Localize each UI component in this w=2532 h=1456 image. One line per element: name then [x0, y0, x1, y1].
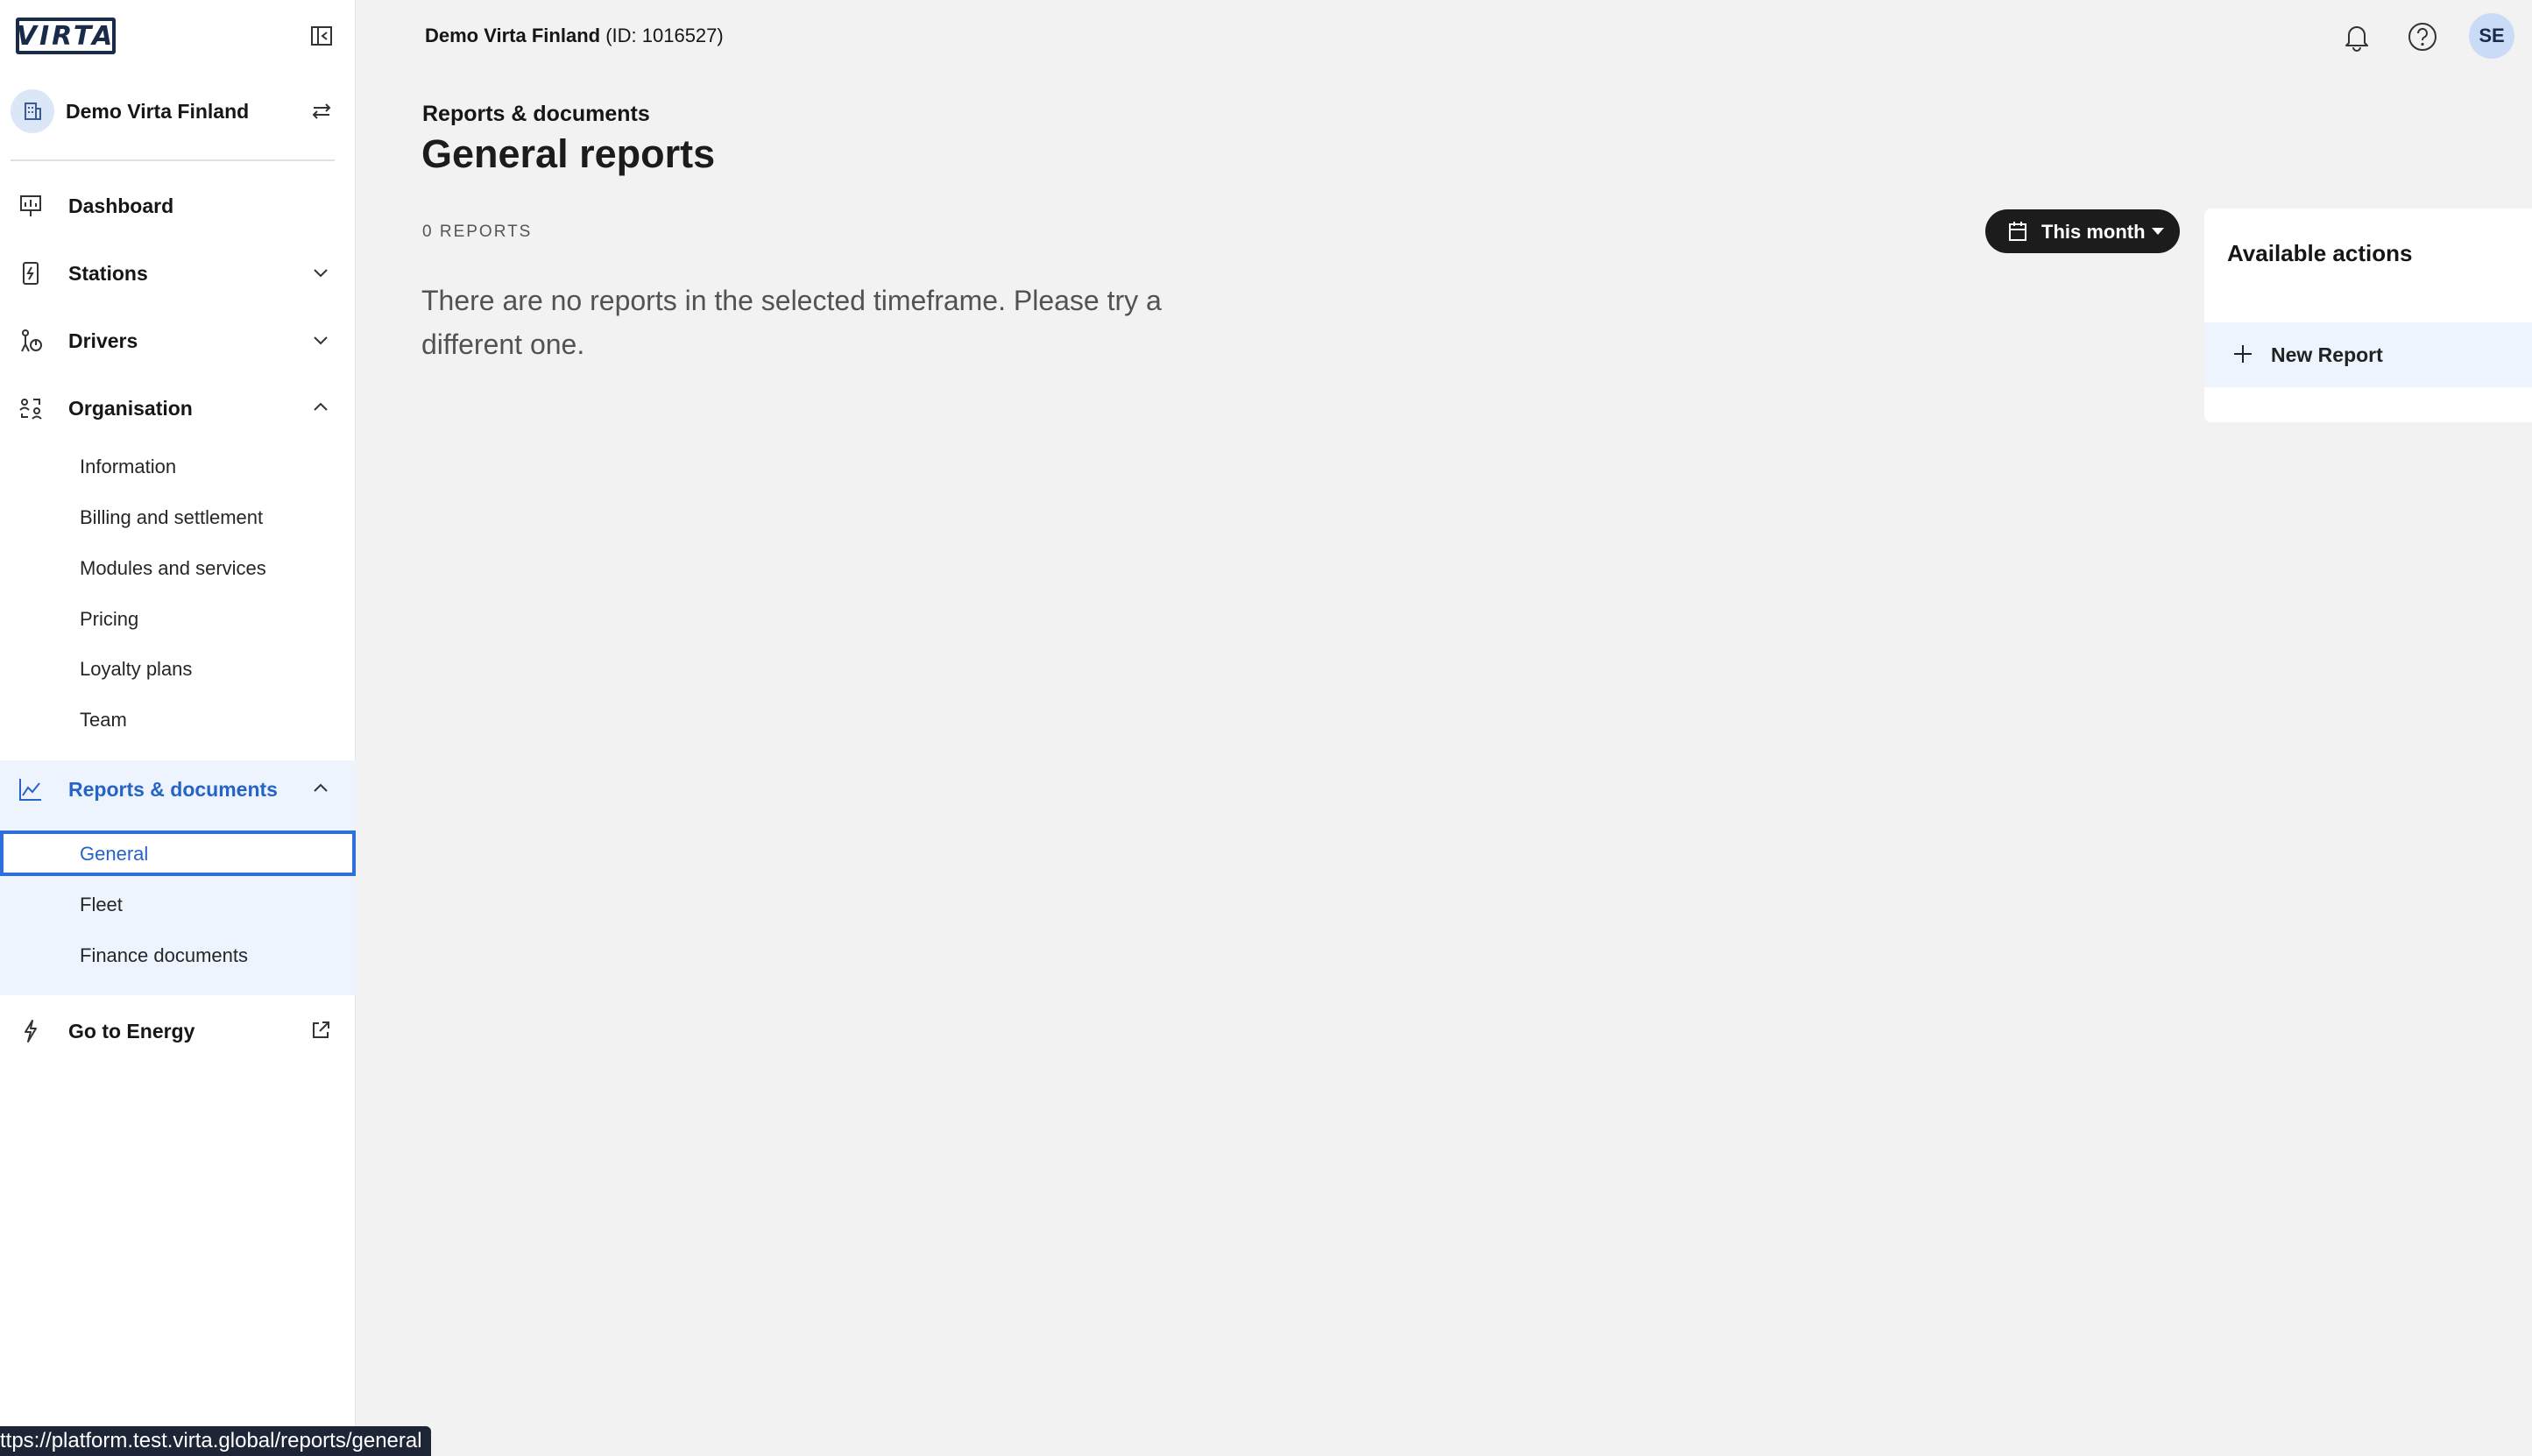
- breadcrumb: Reports & documents: [422, 102, 650, 126]
- sidebar-item-label: Drivers: [68, 329, 138, 352]
- sidebar-subitem-label: Information: [80, 456, 177, 477]
- collapse-sidebar-icon[interactable]: [310, 25, 333, 47]
- sidebar-item-organisation[interactable]: Organisation: [0, 379, 356, 435]
- timeframe-label: This month: [2041, 221, 2146, 243]
- new-report-button[interactable]: New Report: [2204, 322, 2532, 387]
- sidebar-item-label: Go to Energy: [68, 1020, 195, 1043]
- organisation-switcher[interactable]: Demo Virta Finland: [0, 86, 356, 137]
- driver-icon: [18, 328, 44, 354]
- actions-title: Available actions: [2227, 240, 2413, 266]
- link-status-bar: ttps://platform.test.virta.global/report…: [0, 1426, 431, 1456]
- sidebar-subitem-billing[interactable]: Billing and settlement: [0, 494, 356, 540]
- building-icon: [11, 89, 54, 133]
- sidebar-item-label: Stations: [68, 262, 148, 285]
- reports-group: Reports & documents General Fleet Financ…: [0, 760, 356, 995]
- calendar-icon: [2008, 221, 2027, 242]
- sidebar-item-label: Organisation: [68, 397, 193, 420]
- virta-logo[interactable]: VIRTA: [16, 18, 116, 54]
- sidebar-subitem-finance-documents[interactable]: Finance documents: [0, 932, 356, 978]
- sidebar-subitem-fleet[interactable]: Fleet: [0, 881, 356, 927]
- sidebar-subitem-label: Fleet: [80, 894, 123, 915]
- sidebar-subitem-label: Loyalty plans: [80, 658, 193, 680]
- sidebar-subitem-label: General: [80, 843, 149, 865]
- chevron-up-icon: [310, 397, 331, 418]
- help-icon[interactable]: [2405, 19, 2440, 54]
- organisation-icon: [18, 395, 44, 421]
- chevron-down-icon: [310, 329, 331, 350]
- sidebar-item-label: Reports & documents: [68, 778, 278, 801]
- dashboard-icon: [18, 193, 44, 219]
- header-organisation: Demo Virta Finland (ID: 1016527): [425, 25, 724, 47]
- header-org-name: Demo Virta Finland: [425, 25, 601, 46]
- sidebar-subitem-information[interactable]: Information: [0, 443, 356, 489]
- chevron-up-icon: [310, 778, 331, 799]
- lightning-icon: [18, 1018, 44, 1044]
- sidebar-item-label: Dashboard: [68, 194, 174, 217]
- empty-state-message: There are no reports in the selected tim…: [421, 285, 1162, 360]
- chart-line-icon: [18, 776, 44, 802]
- app-window: VIRTA Demo Virta Finland Dashboard Stati…: [0, 0, 2532, 1456]
- chevron-down-icon: [310, 262, 331, 283]
- charging-station-icon: [18, 260, 44, 286]
- notification-bell-icon[interactable]: [2339, 19, 2374, 54]
- new-report-label: New Report: [2271, 343, 2383, 366]
- external-link-icon: [310, 1020, 331, 1041]
- sidebar-item-reports[interactable]: Reports & documents: [0, 760, 356, 816]
- sidebar-subitem-team[interactable]: Team: [0, 696, 356, 742]
- sidebar-item-drivers[interactable]: Drivers: [0, 312, 356, 368]
- header-org-id: (ID: 1016527): [605, 25, 724, 46]
- sidebar-item-stations[interactable]: Stations: [0, 244, 356, 300]
- timeframe-dropdown[interactable]: This month: [1985, 209, 2180, 253]
- sidebar-item-go-to-energy[interactable]: Go to Energy: [0, 1002, 356, 1058]
- user-avatar[interactable]: SE: [2469, 13, 2514, 59]
- caret-down-icon: [2152, 228, 2164, 235]
- sidebar: VIRTA Demo Virta Finland Dashboard Stati…: [0, 0, 356, 1456]
- sidebar-subitem-label: Finance documents: [80, 944, 248, 966]
- plus-icon: [2232, 343, 2253, 364]
- sidebar-subitem-loyalty[interactable]: Loyalty plans: [0, 646, 356, 691]
- report-count: 0 REPORTS: [422, 223, 533, 241]
- swap-icon[interactable]: [310, 100, 333, 123]
- sidebar-subitem-general[interactable]: General: [0, 830, 356, 876]
- sidebar-subitem-label: Team: [80, 709, 127, 731]
- organisation-name: Demo Virta Finland: [66, 100, 250, 123]
- sidebar-subitem-label: Pricing: [80, 608, 139, 630]
- page-title: General reports: [421, 131, 716, 176]
- sidebar-subitem-modules[interactable]: Modules and services: [0, 545, 356, 590]
- sidebar-divider: [11, 159, 335, 161]
- sidebar-subitem-label: Modules and services: [80, 557, 266, 579]
- sidebar-subitem-pricing[interactable]: Pricing: [0, 596, 356, 641]
- sidebar-subitem-label: Billing and settlement: [80, 506, 264, 528]
- sidebar-item-dashboard[interactable]: Dashboard: [0, 177, 356, 233]
- available-actions-panel: Available actions New Report: [2204, 209, 2532, 422]
